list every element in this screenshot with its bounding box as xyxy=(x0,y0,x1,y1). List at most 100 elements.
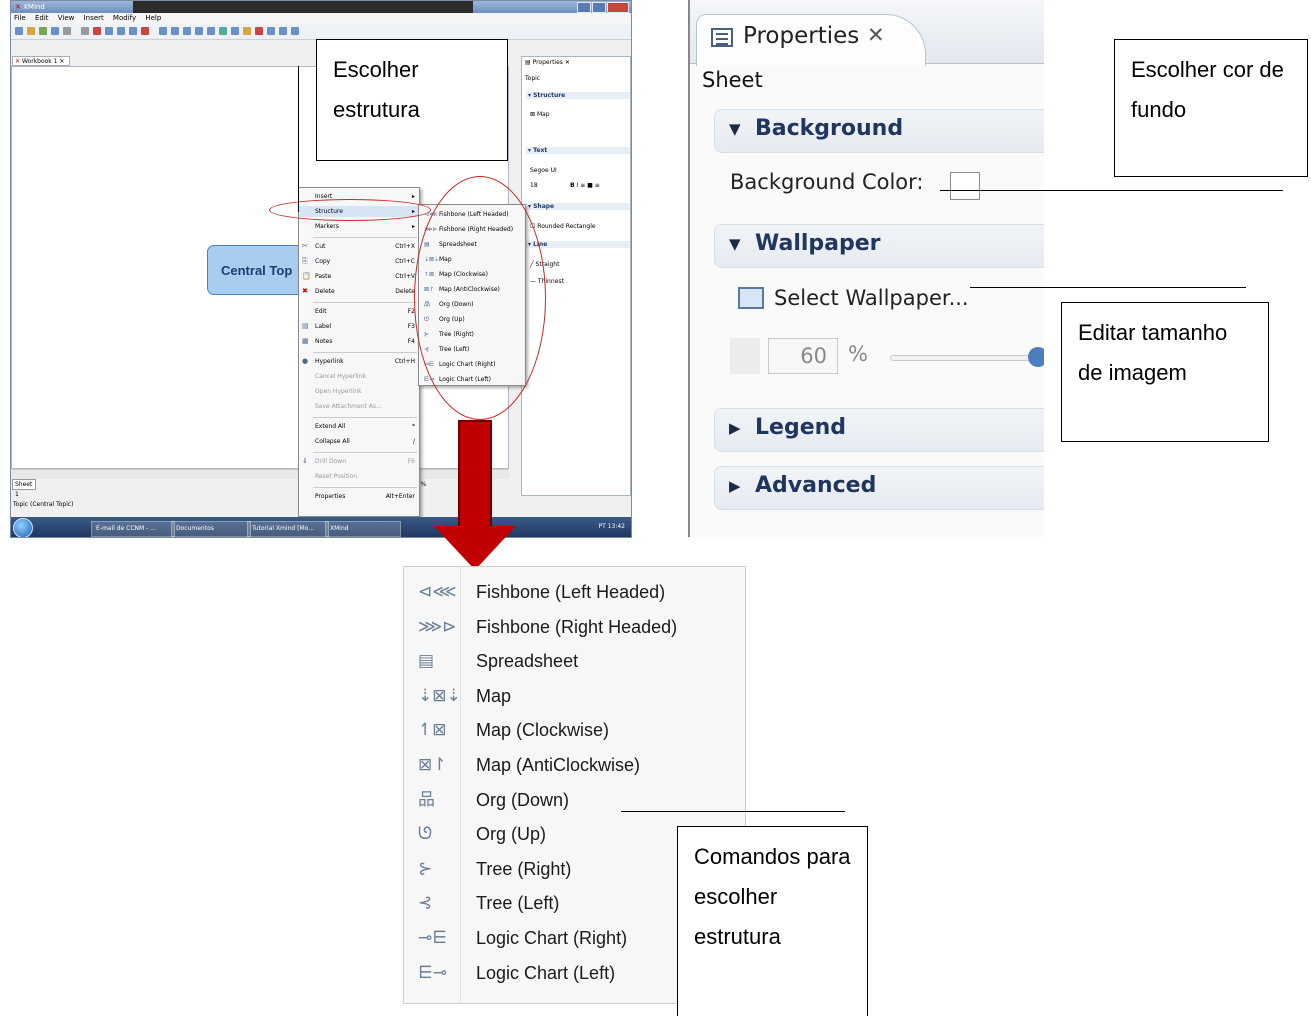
context-menu-item-markers[interactable]: Markers ▸ xyxy=(299,221,419,232)
context-menu-label: Properties xyxy=(315,493,346,500)
callout-line-structure xyxy=(298,66,299,212)
taskbar-item-documentos[interactable]: Documentos xyxy=(171,521,251,537)
context-menu-item-delete[interactable]: ✖ Delete Delete xyxy=(299,286,419,297)
callout-edit-image-size: Editar tamanho de imagem xyxy=(1061,302,1269,442)
context-menu-item-edit[interactable]: Edit F2 xyxy=(299,306,419,317)
context-menu-item-collapse-all[interactable]: Collapse All / xyxy=(299,436,419,447)
maximize-button[interactable] xyxy=(592,2,606,13)
minimize-button[interactable] xyxy=(577,2,591,13)
font-size-dropdown[interactable]: 18 xyxy=(530,182,538,189)
context-menu-label: Cancel Hyperlink xyxy=(315,373,366,380)
context-menu-item-notes[interactable]: ▦ Notes F4 xyxy=(299,336,419,347)
menu-separator xyxy=(313,452,417,453)
wallpaper-section-header[interactable]: ▼ Wallpaper xyxy=(714,224,1044,268)
menu-help[interactable]: Help xyxy=(145,14,161,22)
fishbone-left-icon: ⊲⋘ xyxy=(418,582,457,602)
copy-icon: ⎘ xyxy=(302,257,308,265)
opacity-slider-thumb[interactable] xyxy=(1028,347,1044,367)
select-wallpaper-button[interactable]: Select Wallpaper... xyxy=(774,286,969,310)
structure-option-fishbone-right-headed[interactable]: ⋙⊳ Fishbone (Right Headed) xyxy=(404,610,745,644)
background-section-header[interactable]: ▼ Background xyxy=(714,109,1044,153)
toolbar-button-icon[interactable] xyxy=(207,27,215,35)
toolbar-button-icon[interactable] xyxy=(255,27,263,35)
toolbar-button-icon[interactable] xyxy=(243,27,251,35)
taskbar-item-email[interactable]: E-mail de CCNM - ... xyxy=(91,521,175,537)
structure-dropdown[interactable]: ⊠ Map xyxy=(530,111,550,118)
text-section-header[interactable]: ▾ Text xyxy=(526,147,630,154)
toolbar-button-icon[interactable] xyxy=(195,27,203,35)
toolbar-button-icon[interactable] xyxy=(15,27,23,35)
menu-view[interactable]: View xyxy=(58,14,75,22)
toolbar-button-icon[interactable] xyxy=(63,27,71,35)
context-menu-item-extend-all[interactable]: Extend All * xyxy=(299,421,419,432)
red-arrow-shaft xyxy=(458,420,492,528)
close-window-button[interactable] xyxy=(607,2,629,13)
logic-chart-left-icon: ⋿⊸ xyxy=(418,962,448,983)
opacity-slider[interactable] xyxy=(890,355,1040,361)
opacity-field[interactable]: 60 xyxy=(768,338,838,374)
toolbar-button-icon[interactable] xyxy=(279,27,287,35)
callout-structure-commands: Comandos para escolher estrutura xyxy=(677,826,868,1016)
central-topic[interactable]: Central Top xyxy=(207,245,307,295)
toolbar-button-icon[interactable] xyxy=(93,27,101,35)
toolbar-button-icon[interactable] xyxy=(291,27,299,35)
tab-workbook[interactable]: ✕ Workbook 1 ✕ xyxy=(12,56,70,66)
toolbar-button-icon[interactable] xyxy=(39,27,47,35)
toolbar-button-icon[interactable] xyxy=(129,27,137,35)
background-color-swatch[interactable] xyxy=(950,172,980,200)
tab-workbook-label: Workbook 1 xyxy=(21,58,58,65)
toolbar-button-icon[interactable] xyxy=(267,27,275,35)
context-menu-item-properties[interactable]: Properties Alt+Enter xyxy=(299,491,419,502)
context-menu-item-hyperlink[interactable]: ● Hyperlink Ctrl+H xyxy=(299,356,419,367)
advanced-section-header[interactable]: ▶ Advanced xyxy=(714,466,1044,510)
line-section-header[interactable]: ▾ Line xyxy=(526,241,630,248)
context-menu-item-label[interactable]: ▤ Label F3 xyxy=(299,321,419,332)
close-icon[interactable]: ✕ xyxy=(867,23,885,47)
legend-section-header[interactable]: ▶ Legend xyxy=(714,408,1044,452)
structure-section-header[interactable]: ▾ Structure xyxy=(526,92,630,99)
sheet-tab[interactable]: Sheet 1 xyxy=(12,479,36,498)
menu-insert[interactable]: Insert xyxy=(84,14,104,22)
text-style-buttons[interactable]: B I ≡ ■ ≡ xyxy=(570,182,600,189)
context-menu-item-drill-down: ⇓ Drill Down F6 xyxy=(299,456,419,467)
shape-dropdown[interactable]: ☐ Rounded Rectangle xyxy=(530,223,596,230)
taskbar-item-xmind[interactable]: XMind xyxy=(325,521,401,537)
wallpaper-section-title: Wallpaper xyxy=(755,231,881,256)
tab-properties[interactable]: Properties ✕ xyxy=(696,14,926,66)
menu-file[interactable]: File xyxy=(14,14,26,22)
structure-option-map-anticlockwise[interactable]: ⊠↾ Map (AntiClockwise) xyxy=(404,748,745,782)
toolbar-button-icon[interactable] xyxy=(51,27,59,35)
toolbar-button-icon[interactable] xyxy=(81,27,89,35)
horizontal-scrollbar[interactable] xyxy=(11,469,509,479)
menu-separator xyxy=(313,487,417,488)
map-icon: ⇣⊠⇣ xyxy=(418,685,461,706)
toolbar-button-icon[interactable] xyxy=(183,27,191,35)
expand-down-icon: ▼ xyxy=(729,235,741,253)
properties-tab-bar: Properties ✕ xyxy=(690,0,1044,66)
toolbar-button-icon[interactable] xyxy=(105,27,113,35)
toolbar-button-icon[interactable] xyxy=(27,27,35,35)
toolbar-button-icon[interactable] xyxy=(141,27,149,35)
toolbar-button-icon[interactable] xyxy=(117,27,125,35)
shape-section-header[interactable]: ▾ Shape xyxy=(526,203,630,210)
toolbar-button-icon[interactable] xyxy=(219,27,227,35)
label-icon: ▤ xyxy=(302,322,309,330)
context-menu-item-copy[interactable]: ⎘ Copy Ctrl+C xyxy=(299,256,419,267)
properties-tab-small[interactable]: ▤ Properties ✕ xyxy=(525,59,570,66)
font-dropdown[interactable]: Segoe UI xyxy=(530,167,557,174)
structure-option-map[interactable]: ⇣⊠⇣ Map xyxy=(404,679,745,713)
start-button[interactable] xyxy=(13,518,33,537)
structure-option-spreadsheet[interactable]: ▤ Spreadsheet xyxy=(404,644,745,678)
context-menu-item-cut[interactable]: ✂ Cut Ctrl+X xyxy=(299,241,419,252)
toolbar-button-icon[interactable] xyxy=(159,27,167,35)
structure-option-fishbone-left-headed[interactable]: ⊲⋘ Fishbone (Left Headed) xyxy=(404,575,745,609)
menu-modify[interactable]: Modify xyxy=(113,14,136,22)
structure-option-map-clockwise[interactable]: ↿⊠ Map (Clockwise) xyxy=(404,713,745,747)
toolbar-button-icon[interactable] xyxy=(231,27,239,35)
context-menu-item-paste[interactable]: 📋 Paste Ctrl+V xyxy=(299,271,419,282)
taskbar-item-tutorial[interactable]: Tutorial Xmind [Mo... xyxy=(247,521,329,537)
context-menu-shortcut: Ctrl+X xyxy=(395,243,415,250)
toolbar-button-icon[interactable] xyxy=(171,27,179,35)
menu-edit[interactable]: Edit xyxy=(35,14,49,22)
context-menu-shortcut: / xyxy=(412,438,415,445)
